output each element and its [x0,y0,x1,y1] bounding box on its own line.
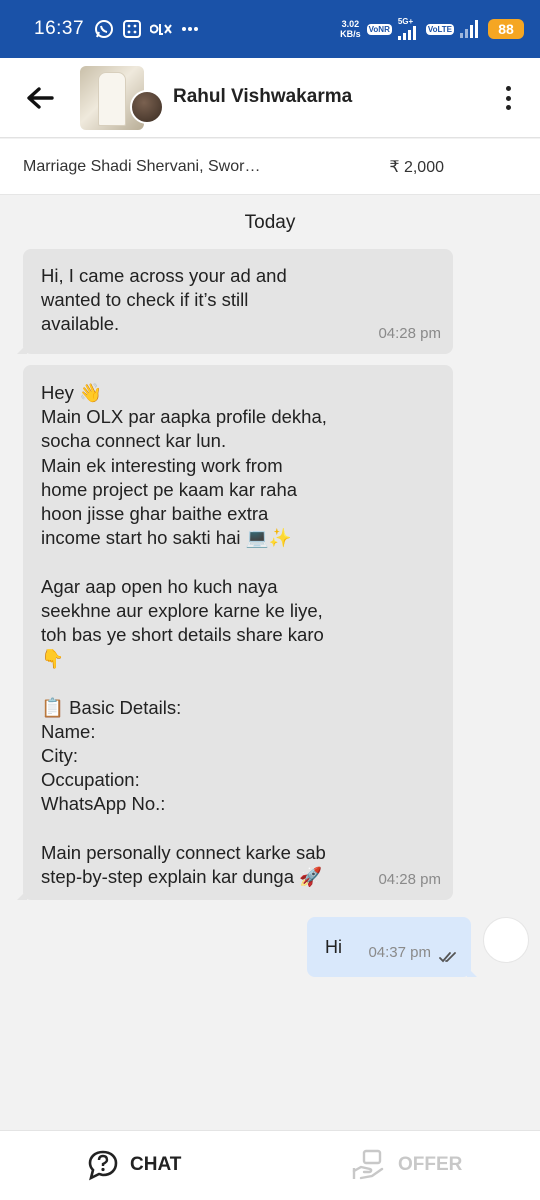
more-dots-icon [181,26,199,32]
message-bubble-incoming[interactable]: Hi, I came across your ad and wanted to … [17,249,453,354]
message-time: 04:28 pm [378,324,441,342]
chat-header: Rahul Vishwakarma [0,58,540,138]
whatsapp-icon [94,19,114,39]
day-separator: Today [244,212,296,233]
volte-badge: VoLTE [425,23,454,35]
chat-question-icon [88,1150,118,1181]
tab-offer[interactable]: OFFER [352,1149,462,1181]
seller-name[interactable]: Rahul Vishwakarma [173,86,352,108]
listing-bar[interactable]: Marriage Shadi Shervani, Swor… ₹ 2,000 [0,139,540,195]
message-bubble-incoming[interactable]: Hey 👋 Main OLX par aapka profile dekha, … [17,365,453,900]
bottom-bar: CHAT OFFER [0,1130,540,1200]
sherwani-image [98,72,126,126]
offer-hand-icon [352,1149,384,1180]
double-check-icon [439,952,456,963]
signal-icon-2 [460,20,482,38]
olx-icon [150,22,172,36]
listing-title: Marriage Shadi Shervani, Swor… [23,157,261,175]
back-button[interactable] [20,78,60,118]
signal-icon: 5G+ [397,18,420,40]
more-options-icon[interactable] [496,82,520,114]
tab-chat[interactable]: CHAT [86,1149,181,1181]
listing-price: ₹ 2,000 [389,158,444,176]
arrow-left-icon [27,86,54,109]
offer-label: OFFER [398,1154,463,1175]
message-bubble-outgoing[interactable]: Hi 04:37 pm [307,917,477,977]
clock: 16:37 [34,18,85,39]
bubble-tail [467,967,477,977]
network-speed: 3.02 KB/s [340,19,361,39]
bubble-tail [17,890,27,900]
message-time: 04:37 pm [368,943,431,961]
vonr-badge: VoNR [366,23,392,35]
message-time: 04:28 pm [378,870,441,888]
calculator-icon [123,20,142,38]
seller-avatar[interactable] [130,90,164,124]
message-text: Hi, I came across your ad and wanted to … [41,265,287,335]
chat-label: CHAT [130,1154,182,1175]
bubble-tail [17,344,27,354]
battery-icon: 88 [488,19,524,39]
my-avatar [483,917,529,963]
status-bar: 16:37 3.02 KB/s VoNR 5G+ VoLTE 88 [0,0,540,58]
message-text: Hey 👋 Main OLX par aapka profile dekha, … [41,382,327,888]
